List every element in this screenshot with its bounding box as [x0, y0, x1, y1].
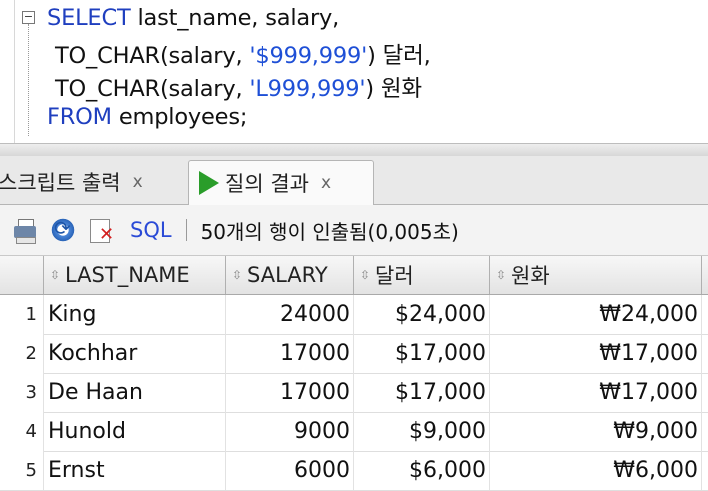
- close-icon[interactable]: x: [321, 173, 331, 193]
- cancel-fetch-icon[interactable]: ✕: [88, 217, 114, 244]
- sort-icon[interactable]: ⇳: [232, 269, 242, 281]
- cell-salary[interactable]: 6000: [226, 451, 354, 490]
- cell-last-name[interactable]: Ernst: [44, 451, 226, 490]
- toolbar-separator: [185, 219, 187, 241]
- sort-icon[interactable]: ⇳: [360, 269, 370, 281]
- column-label: 달러: [375, 264, 414, 288]
- run-icon: [199, 171, 219, 195]
- close-icon[interactable]: x: [133, 172, 143, 192]
- code-text: TO_CHAR(salary,: [55, 43, 250, 69]
- cell-won[interactable]: ₩24,000: [490, 295, 702, 334]
- tab-label: 스크립트 출력: [0, 171, 121, 195]
- cell-won[interactable]: ₩17,000: [490, 373, 702, 412]
- column-header-salary[interactable]: ⇳ SALARY: [226, 256, 354, 294]
- editor-gutter: [0, 0, 15, 143]
- column-label: SALARY: [247, 263, 328, 287]
- table-row[interactable]: 2 Kochhar 17000 $17,000 ₩17,000: [0, 334, 708, 374]
- cell-dollar[interactable]: $17,000: [354, 373, 490, 412]
- grid-header: ⇳ LAST_NAME ⇳ SALARY ⇳ 달러 ⇳ 원화: [0, 256, 708, 295]
- row-number: 1: [0, 295, 44, 334]
- tab-script-output[interactable]: 스크립트 출력 x: [0, 160, 184, 204]
- cell-won[interactable]: ₩6,000: [490, 451, 702, 490]
- code-line-3: TO_CHAR(salary, 'L999,999') 원화: [55, 71, 422, 103]
- fetch-status: 50개의 행이 인출됨(0,005초): [200, 219, 459, 244]
- cell-won[interactable]: ₩9,000: [490, 412, 702, 451]
- column-header-dollar[interactable]: ⇳ 달러: [354, 256, 490, 294]
- cell-last-name[interactable]: De Haan: [44, 373, 226, 412]
- cell-salary[interactable]: 17000: [226, 373, 354, 412]
- pane-splitter[interactable]: [0, 143, 708, 157]
- table-row[interactable]: 1 King 24000 $24,000 ₩24,000: [0, 295, 708, 335]
- row-number-header: [0, 256, 44, 294]
- code-text: ) 원화: [365, 76, 422, 102]
- column-label: 원화: [511, 264, 550, 288]
- row-number: 2: [0, 334, 44, 373]
- string-literal: '$999,999': [249, 43, 368, 69]
- cell-salary[interactable]: 24000: [226, 295, 354, 334]
- cell-salary[interactable]: 9000: [226, 412, 354, 451]
- print-icon[interactable]: [12, 217, 38, 244]
- cell-salary[interactable]: 17000: [226, 334, 354, 373]
- refresh-icon[interactable]: [50, 216, 76, 243]
- code-text: employees;: [111, 104, 248, 130]
- sort-icon[interactable]: ⇳: [50, 269, 60, 281]
- tab-label: 질의 결과: [225, 172, 309, 196]
- row-number: 4: [0, 412, 44, 451]
- cell-last-name[interactable]: King: [44, 295, 226, 334]
- cell-dollar[interactable]: $9,000: [354, 412, 490, 451]
- row-number: 3: [0, 373, 44, 412]
- sort-icon[interactable]: ⇳: [496, 269, 506, 281]
- column-header-won[interactable]: ⇳ 원화: [490, 256, 702, 294]
- cell-dollar[interactable]: $6,000: [354, 451, 490, 490]
- cell-last-name[interactable]: Kochhar: [44, 334, 226, 373]
- tab-query-result[interactable]: 질의 결과 x: [188, 160, 374, 206]
- column-label: LAST_NAME: [65, 263, 190, 287]
- keyword-select: SELECT: [47, 5, 131, 31]
- code-line-1: SELECT last_name, salary,: [47, 5, 339, 31]
- code-text: last_name, salary,: [130, 5, 340, 31]
- results-grid[interactable]: ⇳ LAST_NAME ⇳ SALARY ⇳ 달러 ⇳ 원화 1 King 24000 …: [0, 256, 708, 491]
- cell-last-name[interactable]: Hunold: [44, 412, 226, 451]
- sql-editor[interactable]: − SELECT last_name, salary, TO_CHAR(sala…: [0, 0, 708, 143]
- table-row[interactable]: 4 Hunold 9000 $9,000 ₩9,000: [0, 412, 708, 452]
- code-text: ) 달러,: [367, 43, 431, 69]
- code-line-4: FROM employees;: [47, 104, 247, 130]
- fold-guide: [28, 24, 29, 136]
- table-row[interactable]: 3 De Haan 17000 $17,000 ₩17,000: [0, 373, 708, 413]
- code-text: TO_CHAR(salary,: [55, 76, 250, 102]
- sql-button[interactable]: SQL: [130, 218, 172, 242]
- fold-collapse-icon[interactable]: −: [22, 11, 35, 24]
- row-number: 5: [0, 451, 44, 490]
- column-header-last-name[interactable]: ⇳ LAST_NAME: [44, 256, 226, 294]
- code-line-2: TO_CHAR(salary, '$999,999') 달러,: [55, 38, 431, 70]
- keyword-from: FROM: [47, 104, 112, 130]
- table-row[interactable]: 5 Ernst 6000 $6,000 ₩6,000: [0, 451, 708, 491]
- string-literal: 'L999,999': [249, 76, 366, 102]
- cell-won[interactable]: ₩17,000: [490, 334, 702, 373]
- results-toolbar: ✕ SQL 50개의 행이 인출됨(0,005초): [0, 205, 708, 256]
- cell-dollar[interactable]: $17,000: [354, 334, 490, 373]
- results-tab-bar: 스크립트 출력 x 질의 결과 x: [0, 156, 708, 206]
- cell-dollar[interactable]: $24,000: [354, 295, 490, 334]
